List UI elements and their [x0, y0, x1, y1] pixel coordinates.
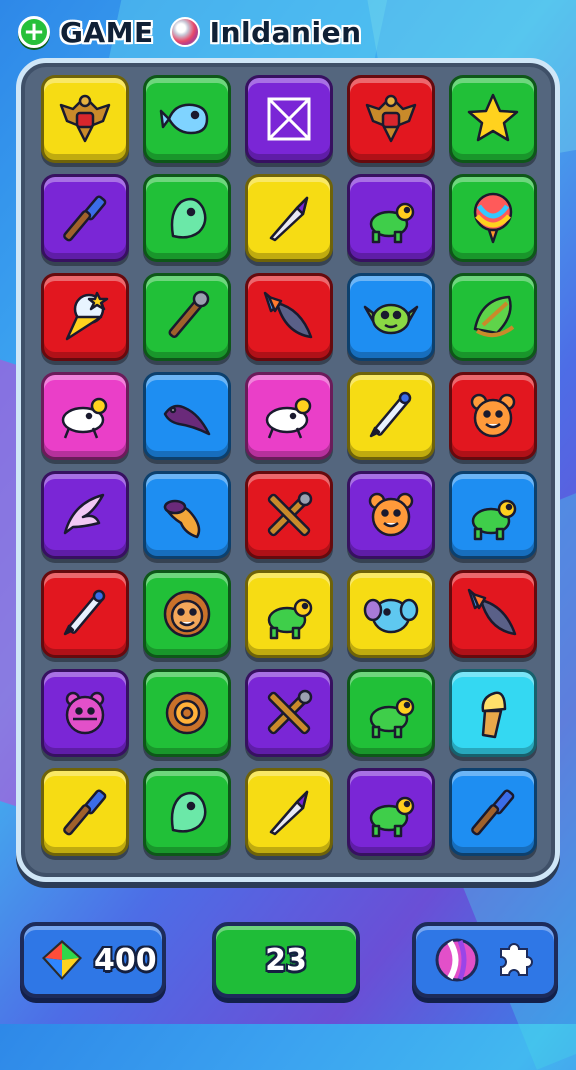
elephant-icon: [363, 598, 419, 634]
tile-r5-c1[interactable]: [41, 471, 129, 559]
paintbrush-icon: [63, 195, 107, 242]
tile-r6-c4[interactable]: [347, 570, 435, 658]
tile-r5-c5[interactable]: [449, 471, 537, 559]
tile-r3-c4[interactable]: [347, 273, 435, 361]
tile-r2-c4[interactable]: [347, 174, 435, 262]
creature-icon: [265, 397, 312, 439]
puzzle-piece-icon: [499, 943, 533, 976]
pig-face-icon: [65, 691, 105, 735]
game-label: GAME: [60, 15, 154, 49]
tile-r1-c3[interactable]: [245, 75, 333, 163]
tile-r4-c4[interactable]: [347, 372, 435, 460]
crossed-tools-icon: [267, 689, 313, 735]
tile-r3-c1[interactable]: [41, 273, 129, 361]
arrowhead-icon: [269, 196, 309, 242]
gear-icon: [165, 691, 209, 735]
arrowhead-icon: [269, 790, 309, 836]
tile-r6-c2[interactable]: [143, 570, 231, 658]
paintbrush-icon: [471, 789, 515, 836]
tile-r7-c4[interactable]: [347, 669, 435, 757]
tools-panel: [412, 922, 558, 998]
creature-icon: [61, 397, 108, 439]
ice-cream-icon: [65, 291, 109, 341]
tile-r7-c1[interactable]: [41, 669, 129, 757]
ghost-icon: [170, 791, 207, 833]
bear-face-icon: [368, 492, 414, 537]
ghost-icon: [170, 197, 207, 239]
paintbrush-icon: [63, 789, 107, 836]
feather-rocket-icon: [467, 588, 517, 636]
gems-counter[interactable]: 400: [20, 922, 166, 998]
tile-r3-c3[interactable]: [245, 273, 333, 361]
eagle-emblem-icon: [365, 94, 417, 143]
gem-icon: [42, 940, 82, 980]
tile-r1-c2[interactable]: [143, 75, 231, 163]
moves-counter: 23: [212, 922, 360, 998]
tile-r2-c1[interactable]: [41, 174, 129, 262]
pen-icon: [63, 589, 106, 636]
turtle-icon: [369, 796, 415, 838]
tile-r6-c3[interactable]: [245, 570, 333, 658]
slingshot-icon: [473, 295, 515, 338]
star-icon: [467, 93, 519, 142]
tile-r5-c3[interactable]: [245, 471, 333, 559]
tile-r4-c3[interactable]: [245, 372, 333, 460]
tile-grid: [41, 75, 541, 867]
ice-cream-cone-icon: [481, 691, 507, 739]
turtle-icon: [267, 598, 313, 640]
turtle-icon: [369, 202, 415, 244]
eagle-emblem-icon: [59, 94, 111, 143]
tile-r3-c2[interactable]: [143, 273, 231, 361]
tile-r1-c1[interactable]: [41, 75, 129, 163]
pen-icon: [369, 391, 412, 438]
balloon-icon: [473, 192, 513, 244]
striped-ball-icon: [435, 938, 478, 982]
tile-r6-c5[interactable]: [449, 570, 537, 658]
tile-r7-c3[interactable]: [245, 669, 333, 757]
shrimp-icon: [163, 499, 201, 539]
tile-r7-c2[interactable]: [143, 669, 231, 757]
tile-r4-c5[interactable]: [449, 372, 537, 460]
plus-icon[interactable]: +: [18, 16, 50, 48]
alien-icon: [363, 303, 419, 335]
tile-r4-c1[interactable]: [41, 372, 129, 460]
sun-face-icon: [163, 590, 211, 638]
tile-r1-c4[interactable]: [347, 75, 435, 163]
turtle-icon: [471, 499, 517, 541]
tile-r2-c3[interactable]: [245, 174, 333, 262]
tile-r8-c3[interactable]: [245, 768, 333, 856]
ghost-fish-icon: [159, 103, 209, 135]
top-bar: + GAME Inldanien: [18, 12, 362, 52]
tile-r1-c5[interactable]: [449, 75, 537, 163]
puzzle-button[interactable]: [490, 936, 538, 984]
leaf-bird-icon: [63, 493, 105, 535]
tile-r7-c5[interactable]: [449, 669, 537, 757]
bear-face-icon: [470, 393, 516, 438]
turtle-icon: [369, 697, 415, 739]
tile-r2-c2[interactable]: [143, 174, 231, 262]
crossed-tools-icon: [267, 491, 313, 537]
tile-r6-c1[interactable]: [41, 570, 129, 658]
tile-r5-c4[interactable]: [347, 471, 435, 559]
tile-r8-c4[interactable]: [347, 768, 435, 856]
player-name: Inldanien: [209, 15, 362, 49]
gems-count: 400: [94, 942, 157, 978]
wrench-stick-icon: [168, 290, 210, 338]
moves-count: 23: [265, 942, 307, 978]
tile-r8-c2[interactable]: [143, 768, 231, 856]
tile-r8-c1[interactable]: [41, 768, 129, 856]
dino-icon: [163, 404, 211, 436]
ball-icon: [169, 17, 200, 47]
envelope-box-icon: [267, 97, 311, 141]
tile-r4-c2[interactable]: [143, 372, 231, 460]
tile-r2-c5[interactable]: [449, 174, 537, 262]
feather-rocket-icon: [263, 291, 313, 339]
tile-r5-c2[interactable]: [143, 471, 231, 559]
striped-ball-button[interactable]: [433, 936, 481, 984]
tile-r8-c5[interactable]: [449, 768, 537, 856]
tile-r3-c5[interactable]: [449, 273, 537, 361]
game-board: [16, 58, 560, 882]
